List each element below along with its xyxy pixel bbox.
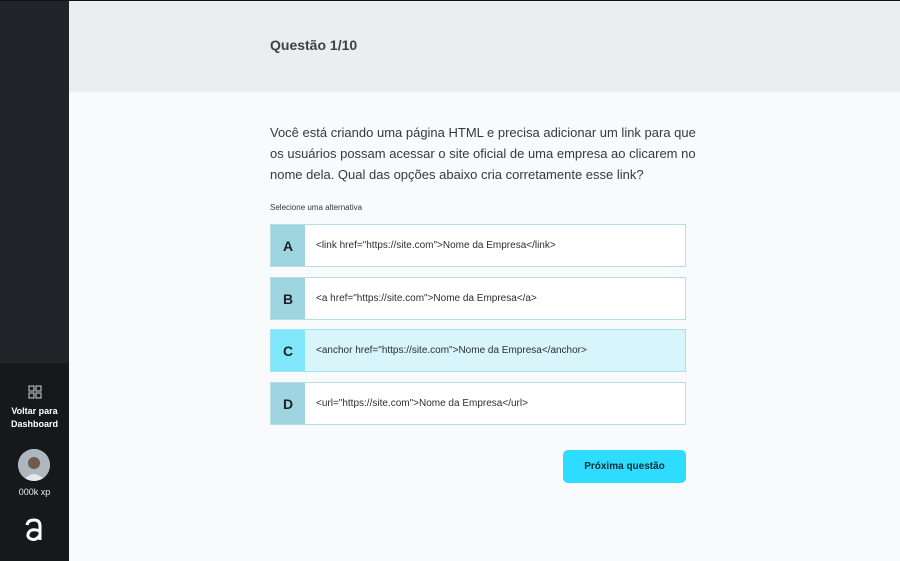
instruction-label: Selecione uma alternativa bbox=[270, 203, 363, 212]
option-letter: A bbox=[271, 225, 305, 266]
option-a[interactable]: A <link href="https://site.com">Nome da … bbox=[270, 224, 686, 267]
sidebar: Voltar para Dashboard 000k xp bbox=[0, 0, 69, 561]
option-letter: B bbox=[271, 278, 305, 319]
header bbox=[69, 0, 900, 92]
user-photo-icon bbox=[18, 449, 50, 481]
back-to-dashboard-button[interactable]: Voltar para Dashboard bbox=[0, 385, 69, 431]
xp-counter: 000k xp bbox=[18, 487, 51, 497]
dashboard-label: Voltar para Dashboard bbox=[10, 406, 58, 429]
option-d[interactable]: D <url="https://site.com">Nome da Empres… bbox=[270, 382, 686, 425]
question-text: Você está criando uma página HTML e prec… bbox=[270, 125, 696, 182]
option-c[interactable]: C <anchor href="https://site.com">Nome d… bbox=[270, 329, 686, 372]
question-counter: Questão 1/10 bbox=[270, 37, 358, 53]
option-b[interactable]: B <a href="https://site.com">Nome da Emp… bbox=[270, 277, 686, 320]
grid-icon bbox=[28, 385, 41, 399]
avatar[interactable] bbox=[18, 449, 50, 481]
option-letter: D bbox=[271, 383, 305, 424]
next-question-button[interactable]: Próxima questão bbox=[563, 450, 686, 483]
brand-logo-icon bbox=[25, 518, 42, 541]
option-text: <link href="https://site.com">Nome da Em… bbox=[316, 240, 556, 251]
option-text: <a href="https://site.com">Nome da Empre… bbox=[316, 293, 537, 304]
option-text: <url="https://site.com">Nome da Empresa<… bbox=[316, 398, 528, 409]
option-text: <anchor href="https://site.com">Nome da … bbox=[316, 345, 587, 356]
option-letter: C bbox=[271, 330, 305, 371]
